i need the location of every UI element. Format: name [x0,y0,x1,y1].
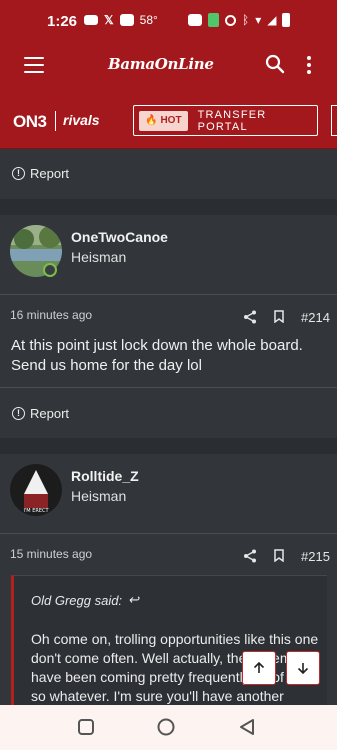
hot-badge: 🔥 HOT [139,110,188,131]
post-time[interactable]: 16 minutes ago [10,308,92,322]
report-icon: ! [12,167,25,180]
post-gap [0,199,337,215]
online-badge [43,263,57,277]
divider [0,294,337,295]
status-bar: 1:26 𝕏 58° ᛒ ▾ ◢ [0,0,337,40]
share-icon[interactable] [243,310,257,324]
username[interactable]: Rolltide_Z [71,468,139,484]
back-icon[interactable] [238,718,256,736]
x-icon: 𝕏 [104,13,114,27]
divider [55,111,56,131]
signal-icon: ◢ [267,13,277,27]
divider [0,533,337,534]
username[interactable]: OneTwoCanoe [71,229,168,245]
transfer-portal-label: TRANSFER PORTAL [197,108,267,133]
status-icons-left: 𝕏 58° [84,13,158,27]
post-body: At this point just lock down the whole b… [11,337,303,374]
on3-logo[interactable]: ON3 [13,112,47,132]
alarm-icon [225,14,236,26]
more-icon[interactable] [307,56,311,76]
report-label: Report [30,406,70,421]
avatar[interactable]: I'M ERECT [10,464,62,516]
transfer-portal-button[interactable]: 🔥 HOT TRANSFER PORTAL [133,105,318,136]
quote-author: Old Gregg said: [31,592,123,608]
search-icon[interactable] [265,54,285,74]
arrow-down-icon [297,663,309,675]
battery-icon [282,13,291,27]
status-icons-right: ᛒ ▾ ◢ [188,13,291,27]
bluetooth-icon: ᛒ [242,13,250,27]
radio-icon [188,14,202,26]
report-icon: ! [12,407,25,420]
hot-label: HOT [160,115,182,126]
post-gap [0,438,337,454]
report-button[interactable]: ! Report [12,406,69,421]
bookmark-icon[interactable] [274,310,284,323]
rivals-logo[interactable]: rivals [63,112,100,128]
quote-attribution[interactable]: Old Gregg said: ↩ [31,592,139,608]
flame-icon: 🔥 [145,115,158,126]
arrow-up-icon [253,661,265,673]
scroll-up-button[interactable] [242,651,276,685]
app-header: BamaOnLine [0,40,337,90]
jump-to-quote-icon[interactable]: ↩ [128,592,139,608]
post-214: OneTwoCanoe Heisman 16 minutes ago #214 … [0,215,337,438]
share-icon[interactable] [243,549,257,563]
network-bar: ON3 rivals 🔥 HOT TRANSFER PORTAL [0,90,337,149]
report-label: Report [30,166,70,181]
user-title: Heisman [71,488,127,504]
photo-icon [119,14,134,26]
system-nav-bar [0,705,337,750]
home-icon[interactable] [157,718,175,736]
youtube-icon [84,15,98,25]
quote-text: Oh come on, trolling opportunities like … [31,631,319,704]
bookmark-icon[interactable] [274,549,284,562]
user-title: Heisman [71,249,127,265]
quote-block: Old Gregg said: ↩ Oh come on, trolling o… [11,575,327,715]
menu-icon[interactable] [24,57,44,73]
divider [0,387,337,388]
status-temp: 58° [139,13,158,27]
post-tail: ! Report [0,149,337,199]
post-time[interactable]: 15 minutes ago [10,547,92,561]
scroll-down-button[interactable] [286,651,320,685]
site-logo[interactable]: BamaOnLine [108,55,214,73]
status-time: 1:26 [47,13,78,30]
recents-icon[interactable] [77,718,95,736]
battery-saver-icon [208,13,219,27]
post-number[interactable]: #215 [301,549,330,564]
svg-text:I'M ERECT: I'M ERECT [23,508,49,514]
post-number[interactable]: #214 [301,310,330,325]
next-nav-button[interactable] [331,105,337,136]
wifi-icon: ▾ [255,13,262,27]
report-button[interactable]: ! Report [12,166,69,181]
